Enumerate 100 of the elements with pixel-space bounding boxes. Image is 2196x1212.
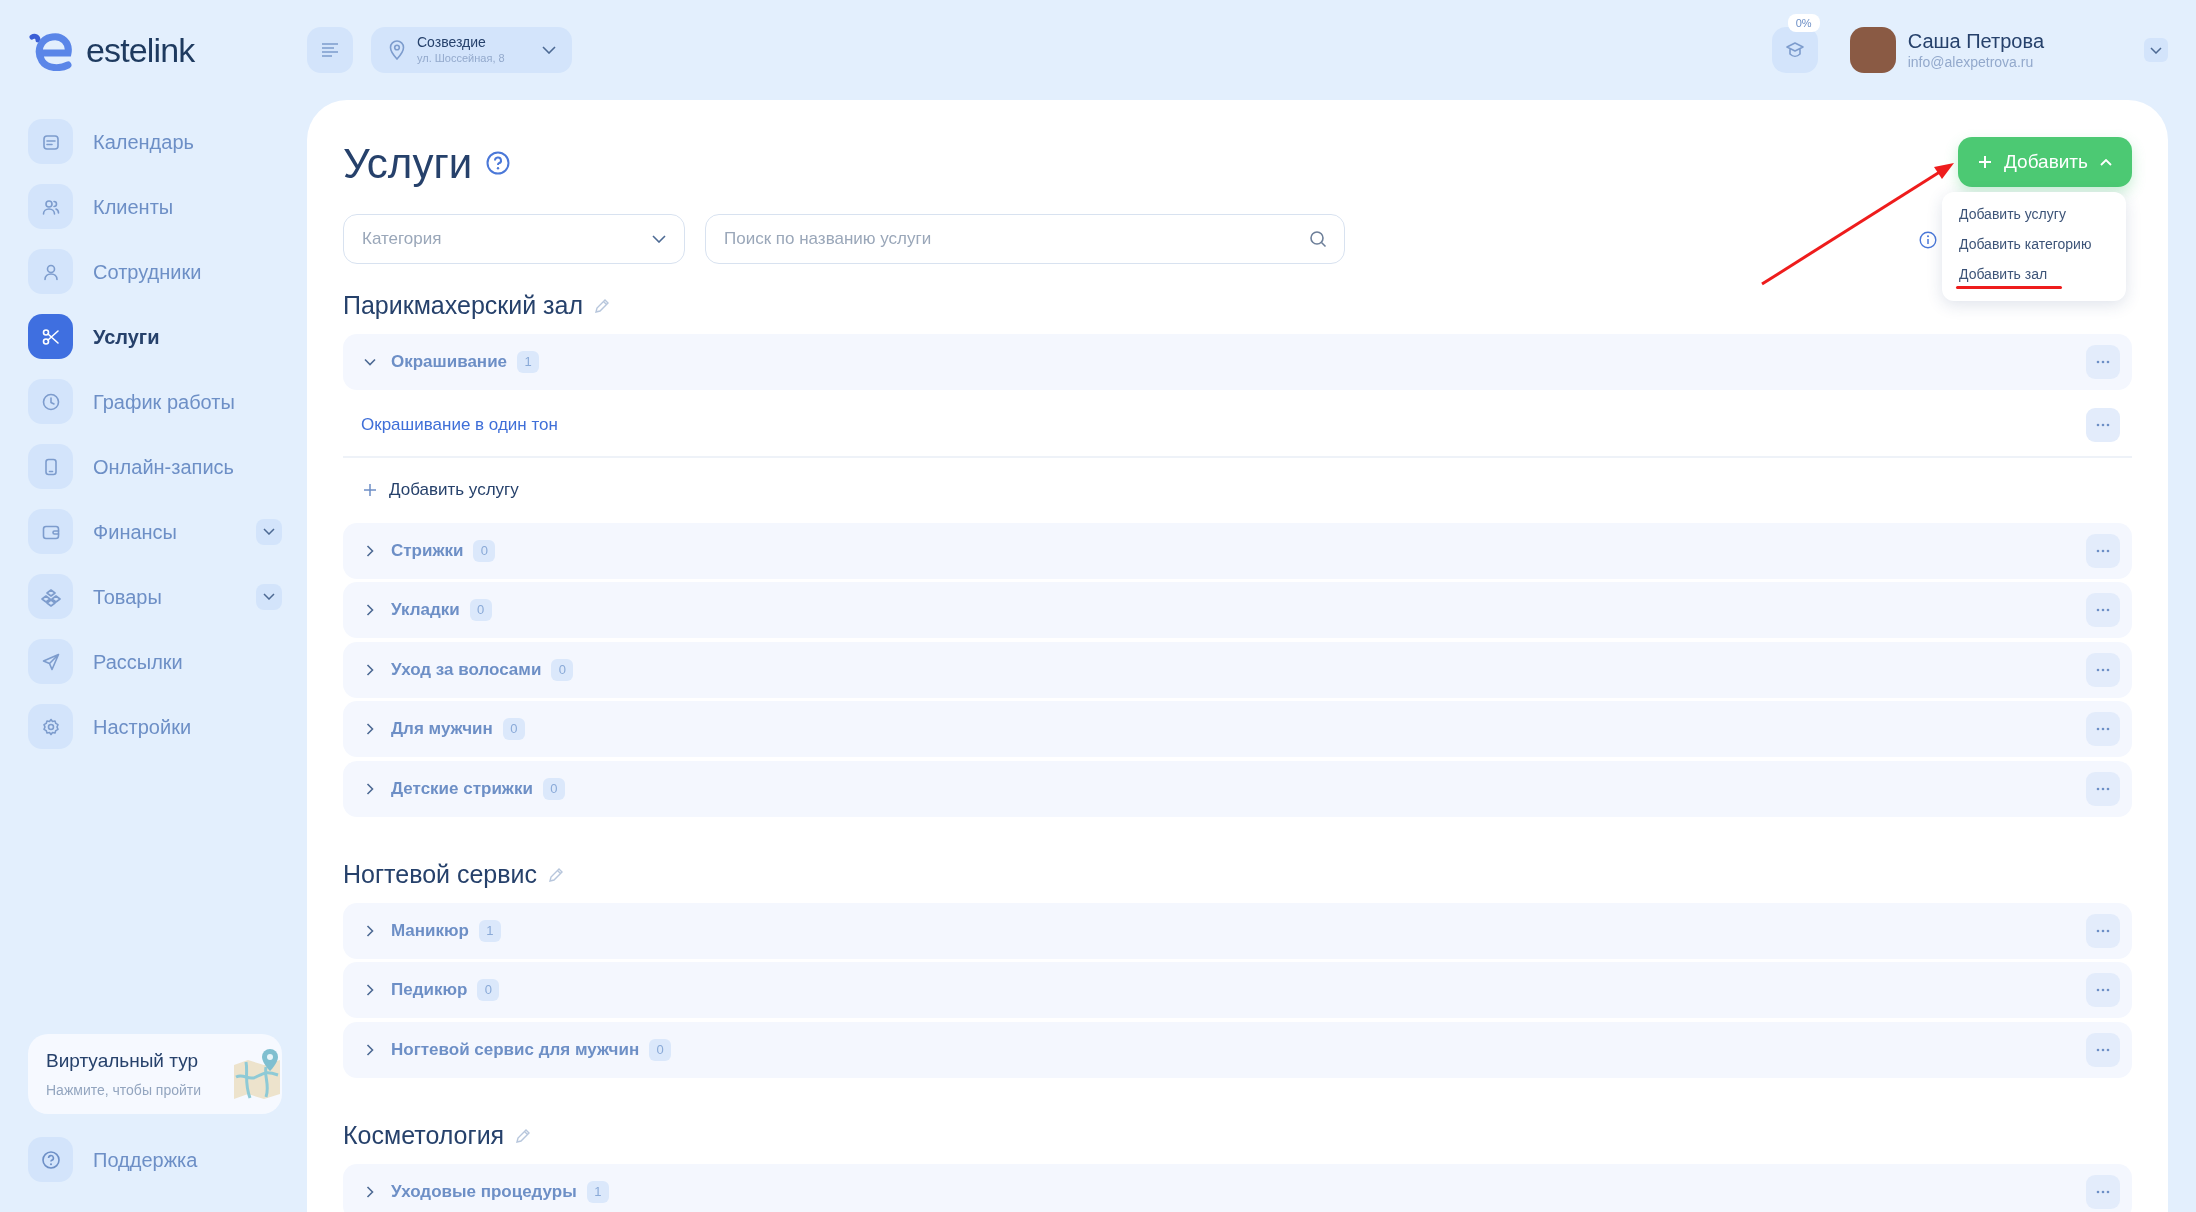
category-name: Детские стрижки (391, 777, 533, 800)
tour-title: Виртуальный тур (46, 1049, 199, 1074)
nav-icon-button[interactable] (28, 704, 73, 749)
category-row[interactable]: Уходовые процедуры 1 (343, 1163, 2132, 1212)
nav-item[interactable]: График работы (93, 386, 282, 417)
count-badge: 0 (473, 539, 496, 562)
category-name: Стрижки (391, 539, 464, 562)
nav-icon-button[interactable] (28, 314, 73, 359)
category-name: Маникюр (391, 919, 469, 942)
expand-button[interactable] (256, 583, 282, 610)
more-button[interactable] (2086, 345, 2120, 379)
chevron-down-icon (542, 46, 556, 54)
nav-item[interactable]: Рассылки (93, 646, 282, 677)
category-row[interactable]: Окрашивание 1 (343, 334, 2132, 390)
more-button[interactable] (2086, 973, 2120, 1007)
location-pin-icon (389, 40, 405, 60)
support-link[interactable]: Поддержка (93, 1144, 198, 1175)
support-icon-button[interactable] (28, 1137, 73, 1182)
nav-icon-button[interactable] (28, 249, 73, 294)
category-row[interactable]: Детские стрижки 0 (343, 760, 2132, 817)
nav-item[interactable]: Клиенты (93, 191, 282, 222)
help-icon[interactable] (486, 151, 511, 175)
category-name: Окрашивание (391, 351, 508, 374)
scissors-icon (40, 326, 61, 347)
section-title: Ногтевой сервис (343, 858, 538, 890)
category-name: Ногтевой сервис для мужчин (391, 1038, 640, 1061)
user-menu-button[interactable] (2144, 38, 2168, 62)
count-badge: 0 (477, 979, 500, 1001)
nav-icon-button[interactable] (28, 444, 73, 489)
paper-plane-icon (40, 651, 61, 672)
category-select[interactable]: Категория (343, 214, 685, 264)
nav-item[interactable]: Финансы (93, 516, 256, 547)
nav-icon-button[interactable] (28, 184, 73, 229)
category-row[interactable]: Педикюр 0 (343, 962, 2132, 1018)
section-title: Парикмахерский зал (343, 290, 584, 322)
nav-icon-button[interactable] (28, 639, 73, 684)
count-badge: 0 (469, 599, 492, 621)
map-icon (232, 1047, 282, 1101)
expand-button[interactable] (256, 518, 282, 545)
menu-button[interactable] (307, 27, 353, 73)
help-icon (40, 1149, 61, 1170)
more-icon (2096, 667, 2110, 672)
plus-icon (363, 483, 377, 497)
count-badge: 0 (502, 718, 525, 740)
nav-icon-button[interactable] (28, 119, 73, 164)
nav-item[interactable]: Услуги (93, 321, 282, 352)
count-badge: 0 (542, 777, 565, 800)
more-button[interactable] (2086, 1174, 2120, 1209)
category-row[interactable]: Для мужчин 0 (343, 701, 2132, 757)
nav-icon-button[interactable] (28, 574, 73, 619)
more-button[interactable] (2086, 1032, 2120, 1067)
service-link[interactable]: Окрашивание в один тон (361, 411, 558, 438)
page-title: Услуги (343, 138, 473, 189)
search-field[interactable]: Поиск по названию услуги (705, 214, 1345, 264)
nav-item[interactable]: Календарь (93, 126, 282, 157)
nav-item[interactable]: Товары (93, 581, 256, 612)
more-icon (2096, 360, 2110, 364)
category-name: Педикюр (391, 979, 468, 1002)
category-name: Укладки (391, 599, 460, 622)
more-icon (2096, 786, 2110, 791)
more-button[interactable] (2086, 533, 2120, 568)
search-icon (1309, 230, 1327, 248)
category-row[interactable]: Уход за волосами 0 (343, 641, 2132, 698)
count-badge: 1 (586, 1180, 609, 1203)
count-badge: 0 (649, 1038, 672, 1061)
chevron-down-icon (2150, 46, 2162, 54)
category-row[interactable]: Укладки 0 (343, 582, 2132, 638)
menu-item[interactable]: Добавить категорию (1959, 234, 2092, 255)
chevron-down-icon (263, 528, 275, 535)
more-button[interactable] (2086, 652, 2120, 687)
virtual-tour-card[interactable]: Виртуальный тур Нажмите, чтобы пройти (28, 1034, 282, 1114)
nav-item[interactable]: Настройки (93, 711, 282, 742)
nav-icon-button[interactable] (28, 509, 73, 554)
category-row[interactable]: Стрижки 0 (343, 522, 2132, 579)
location-selector[interactable]: Созвездие ул. Шоссейная, 8 (371, 27, 572, 73)
more-button[interactable] (2086, 712, 2120, 746)
add-button[interactable]: Добавить (1958, 137, 2132, 187)
nav-item[interactable]: Онлайн-запись (93, 451, 282, 482)
academy-button[interactable] (1771, 27, 1818, 73)
more-icon (2096, 727, 2110, 731)
category-name: Для мужчин (391, 718, 493, 741)
info-icon[interactable] (1919, 231, 1937, 249)
section-title: Косметология (343, 1119, 505, 1151)
progress-badge: 0% (1787, 14, 1820, 32)
more-button[interactable] (2086, 771, 2120, 806)
more-icon (2096, 1189, 2110, 1194)
more-button[interactable] (2086, 593, 2120, 627)
category-row[interactable]: Ногтевой сервис для мужчин 0 (343, 1021, 2132, 1078)
nav-icon-button[interactable] (28, 379, 73, 424)
more-button[interactable] (2086, 913, 2120, 948)
gear-icon (40, 716, 61, 737)
more-button[interactable] (2086, 407, 2120, 442)
add-service-button[interactable]: Добавить услугу (363, 477, 519, 503)
chevron-up-icon (2100, 158, 2112, 166)
category-row[interactable]: Маникюр 1 (343, 902, 2132, 959)
more-icon (2096, 988, 2110, 992)
menu-item[interactable]: Добавить зал (1959, 264, 2048, 285)
nav-item[interactable]: Сотрудники (93, 256, 282, 287)
menu-item[interactable]: Добавить услугу (1959, 204, 2066, 225)
location-name: Созвездие (417, 34, 486, 52)
